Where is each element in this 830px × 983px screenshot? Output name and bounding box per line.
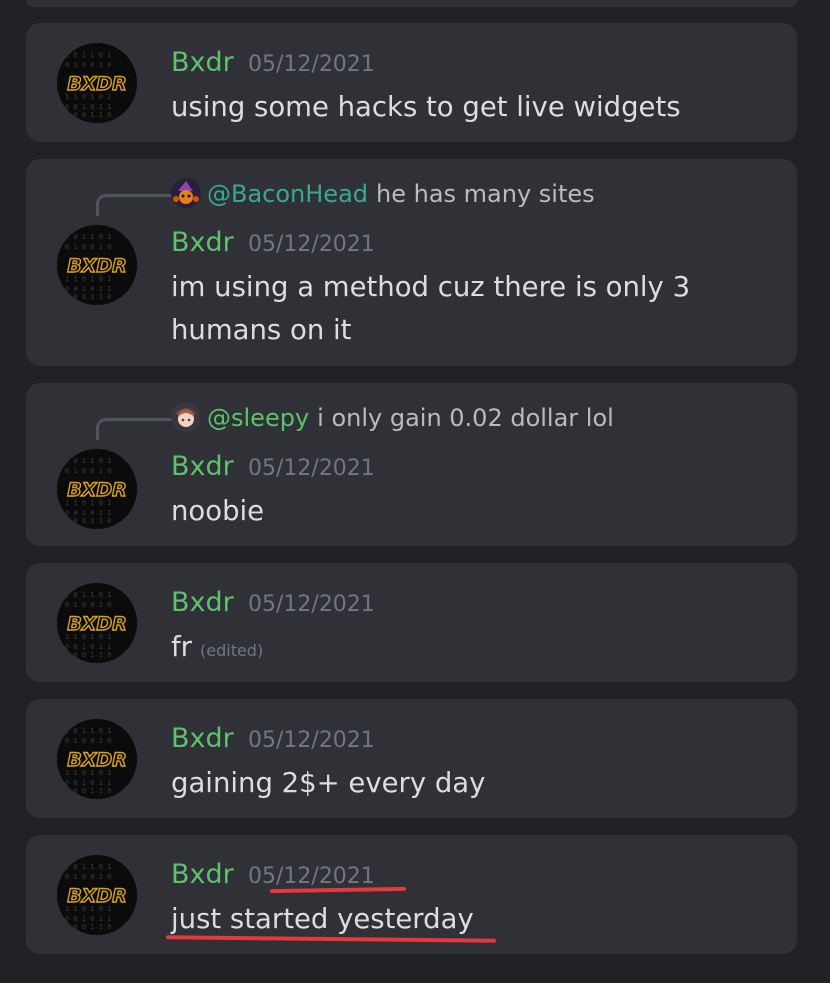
- svg-text:0 1 0 0 1 0: 0 1 0 0 1 0: [65, 737, 111, 745]
- edited-label: (edited): [200, 641, 264, 660]
- message-body: fr: [171, 631, 192, 663]
- message-text-line-2: humans on it: [171, 314, 352, 346]
- message-card[interactable]: 1 0 1 1 0 10 1 0 0 1 0 1 1 0 1 0 10 0 1 …: [26, 23, 797, 142]
- svg-text:0 1 0 0 1 0: 0 1 0 0 1 0: [65, 601, 111, 609]
- svg-text:0 0 1 0 1 1: 0 0 1 0 1 1: [65, 915, 111, 923]
- username[interactable]: Bxdr: [171, 451, 234, 483]
- svg-text:0 1 0 0 1 0: 0 1 0 0 1 0: [65, 467, 111, 475]
- reply-connector: [96, 194, 172, 216]
- svg-text:1 0 0 1 1 0: 1 0 0 1 1 0: [65, 293, 111, 301]
- reply-mention[interactable]: @BaconHead: [207, 180, 368, 208]
- user-avatar[interactable]: 1 0 1 1 0 10 1 0 0 1 0 1 1 0 1 0 10 0 1 …: [57, 43, 137, 123]
- timestamp: 05/12/2021: [248, 52, 375, 77]
- svg-text:1 0 1 1 0 1: 1 0 1 1 0 1: [65, 591, 111, 599]
- timestamp: 05/12/2021: [248, 232, 375, 257]
- svg-text:0 0 1 0 1 1: 0 0 1 0 1 1: [65, 103, 111, 111]
- user-avatar[interactable]: 1 0 1 1 0 10 1 0 0 1 0 1 1 0 1 0 10 0 1 …: [57, 225, 137, 305]
- svg-text:BXDR: BXDR: [67, 255, 127, 277]
- svg-text:BXDR: BXDR: [67, 749, 127, 771]
- svg-text:1 0 0 1 1 0: 1 0 0 1 1 0: [65, 787, 111, 795]
- bxdr-avatar-icon: 1 0 1 1 0 10 1 0 0 1 0 1 1 0 1 0 10 0 1 …: [57, 449, 137, 529]
- bxdr-avatar-icon: 1 0 1 1 0 10 1 0 0 1 0 1 1 0 1 0 10 0 1 …: [57, 719, 137, 799]
- username[interactable]: Bxdr: [171, 723, 234, 755]
- reply-text: he has many sites: [376, 180, 595, 208]
- svg-text:1 0 0 1 1 0: 1 0 0 1 1 0: [65, 111, 111, 119]
- reply-connector: [96, 418, 172, 440]
- svg-text:0 1 0 0 1 0: 0 1 0 0 1 0: [65, 873, 111, 881]
- user-avatar[interactable]: 1 0 1 1 0 10 1 0 0 1 0 1 1 0 1 0 10 0 1 …: [57, 449, 137, 529]
- baconhead-avatar-icon: [171, 178, 201, 208]
- svg-text:0 1 0 0 1 0: 0 1 0 0 1 0: [65, 61, 111, 69]
- username[interactable]: Bxdr: [171, 587, 234, 619]
- reply-mention[interactable]: @sleepy: [207, 404, 309, 432]
- svg-text:1 0 0 1 1 0: 1 0 0 1 1 0: [65, 923, 111, 931]
- svg-text:0 0 1 0 1 1: 0 0 1 0 1 1: [65, 779, 111, 787]
- svg-text:BXDR: BXDR: [67, 479, 127, 501]
- reply-text: i only gain 0.02 dollar lol: [317, 404, 614, 432]
- username[interactable]: Bxdr: [171, 47, 234, 79]
- reply-preview[interactable]: @BaconHead he has many sites: [171, 177, 595, 211]
- username[interactable]: Bxdr: [171, 859, 234, 891]
- svg-text:1 0 0 1 1 0: 1 0 0 1 1 0: [65, 517, 111, 525]
- user-avatar[interactable]: 1 0 1 1 0 10 1 0 0 1 0 1 1 0 1 0 10 0 1 …: [57, 719, 137, 799]
- message-card[interactable]: 1 0 1 1 0 10 1 0 0 1 0 1 1 0 1 0 10 0 1 …: [26, 835, 797, 954]
- svg-text:1 0 1 1 0 1: 1 0 1 1 0 1: [65, 457, 111, 465]
- svg-text:BXDR: BXDR: [67, 885, 127, 907]
- message-text: noobie: [171, 495, 265, 527]
- svg-text:0 0 1 0 1 1: 0 0 1 0 1 1: [65, 509, 111, 517]
- svg-text:1 0 1 1 0 1: 1 0 1 1 0 1: [65, 233, 111, 241]
- bxdr-avatar-icon: 1 0 1 1 0 10 1 0 0 1 0 1 1 0 1 0 10 0 1 …: [57, 583, 137, 663]
- svg-text:0 0 1 0 1 1: 0 0 1 0 1 1: [65, 643, 111, 651]
- svg-text:1 0 1 1 0 1: 1 0 1 1 0 1: [65, 727, 111, 735]
- timestamp: 05/12/2021: [248, 456, 375, 481]
- svg-text:1 0 1 1 0 1: 1 0 1 1 0 1: [65, 863, 111, 871]
- chat-feed: 1 0 1 1 0 10 1 0 0 1 0 1 1 0 1 0 10 0 1 …: [0, 0, 830, 983]
- message-card[interactable]: 1 0 1 1 0 10 1 0 0 1 0 1 1 0 1 0 10 0 1 …: [26, 563, 797, 682]
- bxdr-avatar-icon: 1 0 1 1 0 10 1 0 0 1 0 1 1 0 1 0 10 0 1 …: [57, 225, 137, 305]
- user-avatar[interactable]: 1 0 1 1 0 10 1 0 0 1 0 1 1 0 1 0 10 0 1 …: [57, 583, 137, 663]
- svg-text:1 0 0 1 1 0: 1 0 0 1 1 0: [65, 651, 111, 659]
- message-text: just started yesterday: [171, 903, 474, 935]
- reply-preview[interactable]: @sleepy i only gain 0.02 dollar lol: [171, 401, 614, 435]
- message-text: using some hacks to get live widgets: [171, 91, 681, 123]
- user-avatar[interactable]: 1 0 1 1 0 10 1 0 0 1 0 1 1 0 1 0 10 0 1 …: [57, 855, 137, 935]
- svg-text:BXDR: BXDR: [67, 73, 127, 95]
- timestamp: 05/12/2021: [248, 728, 375, 753]
- bxdr-avatar-icon: 1 0 1 1 0 10 1 0 0 1 0 1 1 0 1 0 10 0 1 …: [57, 855, 137, 935]
- previous-message-card: [26, 0, 797, 7]
- username[interactable]: Bxdr: [171, 227, 234, 259]
- bxdr-avatar-icon: 1 0 1 1 0 10 1 0 0 1 0 1 1 0 1 0 10 0 1 …: [57, 43, 137, 123]
- message-card[interactable]: 1 0 1 1 0 10 1 0 0 1 0 1 1 0 1 0 10 0 1 …: [26, 699, 797, 818]
- message-card[interactable]: @BaconHead he has many sites 1 0 1 1 0 1 0…: [26, 159, 797, 366]
- sleepy-avatar-icon: [171, 402, 201, 432]
- message-text: fr (edited): [171, 626, 263, 672]
- timestamp: 05/12/2021: [248, 592, 375, 617]
- message-card[interactable]: @sleepy i only gain 0.02 dollar lol 1 0 1…: [26, 383, 797, 546]
- message-text: gaining 2$+ every day: [171, 767, 486, 799]
- svg-text:BXDR: BXDR: [67, 613, 127, 635]
- svg-text:1 0 1 1 0 1: 1 0 1 1 0 1: [65, 51, 111, 59]
- svg-text:0 0 1 0 1 1: 0 0 1 0 1 1: [65, 285, 111, 293]
- message-text-line-1: im using a method cuz there is only 3: [171, 271, 691, 303]
- svg-text:0 1 0 0 1 0: 0 1 0 0 1 0: [65, 243, 111, 251]
